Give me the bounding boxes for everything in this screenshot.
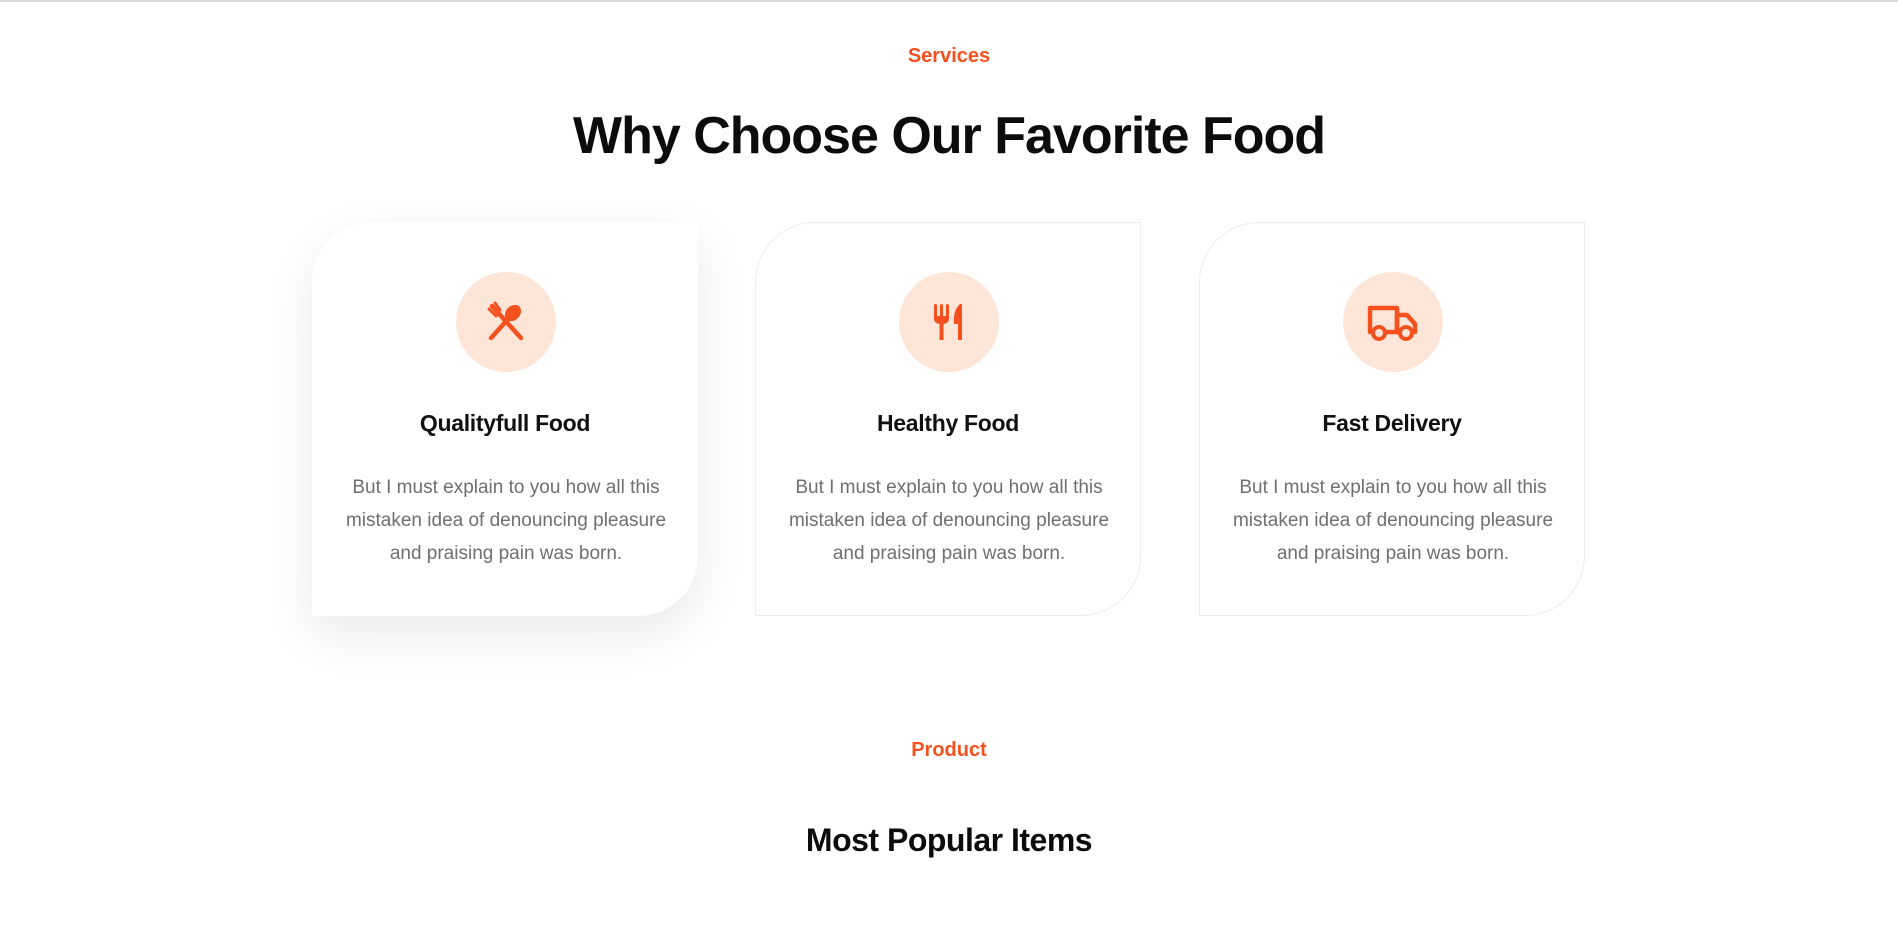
card-title: Healthy Food: [876, 410, 1020, 436]
service-card-fast-delivery[interactable]: Fast Delivery But I must explain to you …: [1199, 222, 1585, 616]
product-heading: Most Popular Items: [805, 822, 1093, 858]
fork-knife-icon: [899, 272, 999, 372]
product-tag: Product: [911, 739, 987, 761]
card-description: But I must explain to you how all this m…: [1232, 477, 1554, 564]
service-card-qualityfull-food[interactable]: Qualityfull Food But I must explain to y…: [312, 222, 698, 616]
top-divider: [0, 0, 1898, 2]
page: Services Why Choose Our Favorite Food Qu…: [0, 0, 1898, 928]
service-card-healthy-food[interactable]: Healthy Food But I must explain to you h…: [755, 222, 1141, 616]
cutlery-cross-icon: [456, 272, 556, 372]
services-tag: Services: [907, 45, 991, 67]
services-heading: Why Choose Our Favorite Food: [572, 107, 1326, 165]
services-cards: Qualityfull Food But I must explain to y…: [312, 222, 1588, 618]
card-description: But I must explain to you how all this m…: [345, 477, 667, 564]
delivery-truck-icon: [1343, 272, 1443, 372]
card-title: Qualityfull Food: [419, 410, 591, 436]
card-description: But I must explain to you how all this m…: [788, 477, 1110, 564]
card-title: Fast Delivery: [1322, 410, 1462, 436]
